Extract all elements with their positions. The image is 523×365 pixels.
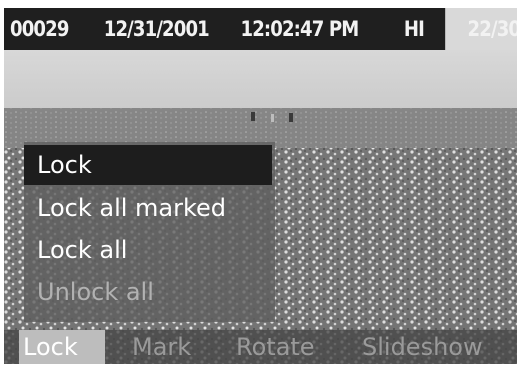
tab-mark[interactable]: Mark xyxy=(132,330,191,364)
lock-menu: Lock Lock all marked Lock all Unlock all xyxy=(24,142,275,322)
capture-date: 12/31/2001 xyxy=(103,17,210,41)
tab-bar: Lock Mark Rotate Slideshow xyxy=(4,330,517,364)
menu-item-unlock-all[interactable]: Unlock all xyxy=(24,272,272,312)
capture-time: 12:02:47 PM xyxy=(240,17,360,41)
status-bar: 00029 12/31/2001 12:02:47 PM HI 22/30 xyxy=(4,8,517,50)
frame-counter: 22/30 xyxy=(467,17,517,41)
image-number: 00029 xyxy=(10,17,69,41)
camera-lcd-screen: 00029 12/31/2001 12:02:47 PM HI 22/30 Lo… xyxy=(4,8,517,364)
menu-item-lock-all-marked[interactable]: Lock all marked xyxy=(24,188,272,228)
menu-item-lock[interactable]: Lock xyxy=(24,145,272,185)
tab-lock[interactable]: Lock xyxy=(19,330,105,364)
tab-slideshow[interactable]: Slideshow xyxy=(362,330,483,364)
tab-rotate[interactable]: Rotate xyxy=(236,330,315,364)
quality-indicator: HI xyxy=(403,17,425,41)
menu-item-lock-all[interactable]: Lock all xyxy=(24,230,272,270)
